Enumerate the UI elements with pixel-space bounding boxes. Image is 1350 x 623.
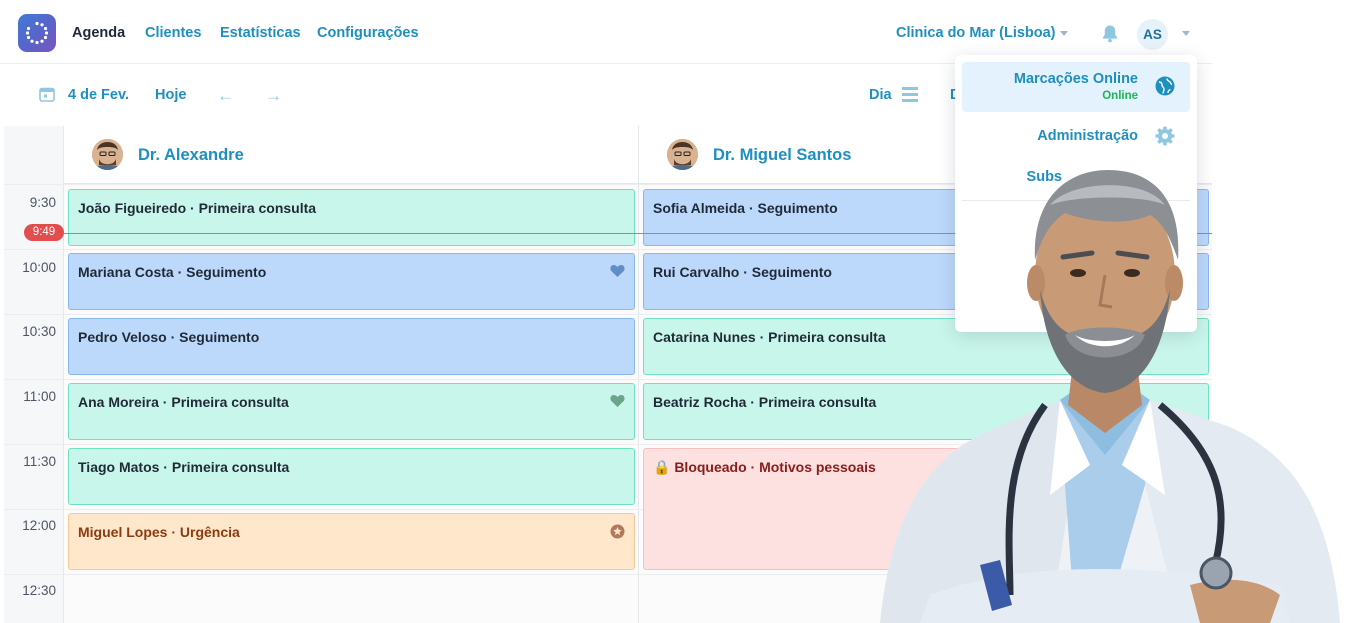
doctor-photo xyxy=(860,165,1350,623)
menu-item-label: Marcações Online xyxy=(1014,71,1138,87)
doctor-avatar xyxy=(92,139,123,170)
star-badge-icon xyxy=(610,524,625,539)
appointment[interactable]: João Figueiredo · Primeira consulta xyxy=(68,189,635,246)
nav-configuracoes[interactable]: Configurações xyxy=(317,25,419,41)
appointment[interactable]: Tiago Matos · Primeira consulta xyxy=(68,448,635,505)
appointment[interactable]: Mariana Costa · Seguimento xyxy=(68,253,635,310)
nav-estatisticas[interactable]: Estatísticas xyxy=(220,25,301,41)
online-status: Online xyxy=(1102,90,1138,102)
heart-icon xyxy=(610,264,625,278)
logo-ring-icon xyxy=(25,21,49,45)
today-button[interactable]: Hoje xyxy=(155,87,186,103)
current-date[interactable]: 4 de Fev. xyxy=(68,87,129,103)
appointment-label: Tiago Matos · Primeira consulta xyxy=(78,459,289,475)
appointment-label: Pedro Veloso · Seguimento xyxy=(78,329,259,345)
doctor-avatar xyxy=(667,139,698,170)
column-divider xyxy=(638,126,639,623)
time-label: 10:00 xyxy=(4,260,56,275)
nav-clientes[interactable]: Clientes xyxy=(145,25,201,41)
appointment-label: Sofia Almeida · Seguimento xyxy=(653,200,838,216)
list-view-icon[interactable] xyxy=(902,87,918,102)
clinic-selector[interactable]: Clinica do Mar (Lisboa) xyxy=(896,25,1056,41)
chevron-down-icon[interactable] xyxy=(1060,31,1068,36)
menu-item-label: Administração xyxy=(1037,128,1138,144)
time-label: 12:30 xyxy=(4,583,56,598)
view-day-button[interactable]: Dia xyxy=(869,87,892,103)
appointment-label: Miguel Lopes · Urgência xyxy=(78,524,240,540)
arrow-left-icon[interactable]: ← xyxy=(217,86,234,106)
appointment[interactable]: Ana Moreira · Primeira consulta xyxy=(68,383,635,440)
user-menu-chevron-icon[interactable] xyxy=(1182,31,1190,36)
doctor-name: Dr. Miguel Santos xyxy=(713,146,851,165)
blocked-slot-label: 🔒 Bloqueado · Motivos pessoais xyxy=(653,459,876,475)
time-label: 12:00 xyxy=(4,518,56,533)
gear-icon xyxy=(1155,126,1175,146)
globe-icon xyxy=(1155,76,1175,96)
bell-icon[interactable] xyxy=(1101,24,1119,43)
appointment-label: Ana Moreira · Primeira consulta xyxy=(78,394,289,410)
appointment-label: Beatriz Rocha · Primeira consulta xyxy=(653,394,876,410)
menu-item-online-booking[interactable]: Marcações Online Online xyxy=(962,62,1190,112)
appointment-label: Mariana Costa · Seguimento xyxy=(78,264,266,280)
appointment[interactable]: Pedro Veloso · Seguimento xyxy=(68,318,635,375)
calendar-icon[interactable] xyxy=(39,86,55,102)
column-header-dr-alexandre: Dr. Alexandre xyxy=(64,126,638,184)
appointment-label: João Figueiredo · Primeira consulta xyxy=(78,200,316,216)
appointment[interactable]: Miguel Lopes · Urgência xyxy=(68,513,635,570)
appointment-label: Rui Carvalho · Seguimento xyxy=(653,264,832,280)
current-time-badge: 9:49 xyxy=(24,224,64,241)
arrow-right-icon[interactable]: → xyxy=(265,86,282,106)
time-label: 9:30 xyxy=(4,195,56,210)
time-label: 10:30 xyxy=(4,324,56,339)
app-logo[interactable] xyxy=(18,14,56,52)
time-label: 11:00 xyxy=(4,389,56,404)
heart-icon xyxy=(610,394,625,408)
user-avatar[interactable]: AS xyxy=(1137,19,1168,50)
appointment-label: Catarina Nunes · Primeira consulta xyxy=(653,329,886,345)
nav-agenda[interactable]: Agenda xyxy=(72,25,125,41)
doctor-name: Dr. Alexandre xyxy=(138,146,244,165)
time-label: 11:30 xyxy=(4,454,56,469)
